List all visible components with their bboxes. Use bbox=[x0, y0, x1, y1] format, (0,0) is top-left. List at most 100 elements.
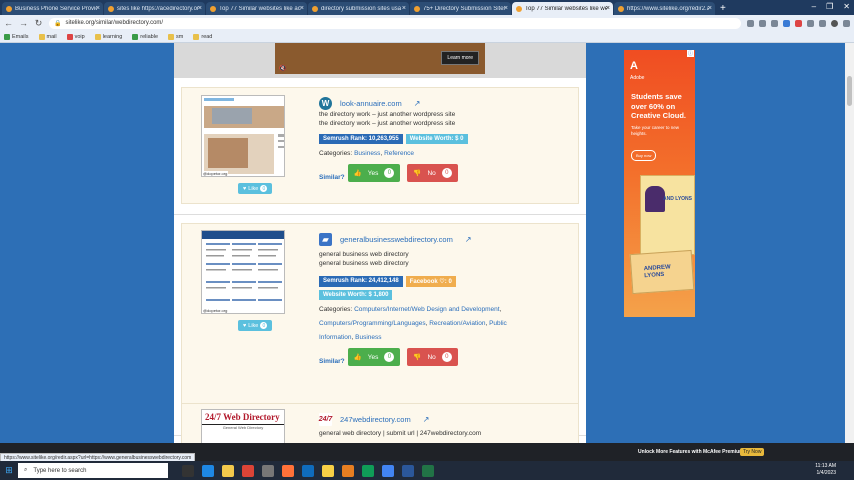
mute-icon[interactable]: 🔇 bbox=[279, 65, 286, 72]
site-description: the directory work – just another wordpr… bbox=[319, 120, 456, 127]
back-icon[interactable]: ← bbox=[4, 18, 13, 28]
app-icon[interactable] bbox=[262, 464, 274, 477]
vote-yes-button[interactable]: 👍 Yes 0 bbox=[347, 164, 401, 182]
close-window-icon[interactable]: ✕ bbox=[843, 2, 850, 11]
like-button[interactable]: ♥ Like 0 bbox=[238, 183, 273, 194]
external-link-icon[interactable]: ↗ bbox=[423, 415, 430, 424]
bookmark-reliable[interactable]: reliable bbox=[132, 33, 158, 40]
favicon-icon bbox=[516, 5, 522, 12]
browser-tab-active[interactable]: Top 77 Similar websites like we × bbox=[512, 2, 613, 15]
close-icon[interactable]: × bbox=[96, 5, 100, 12]
learn-more-button[interactable]: Learn more bbox=[441, 51, 479, 65]
bookmark-emails[interactable]: Emails bbox=[4, 33, 29, 40]
category-link[interactable]: Recreation/Aviation bbox=[429, 320, 485, 327]
close-icon[interactable]: × bbox=[606, 5, 610, 12]
sidebar-icon[interactable] bbox=[819, 19, 826, 27]
word-icon[interactable] bbox=[402, 464, 414, 477]
site-thumbnail[interactable]: @dopetor.org bbox=[201, 95, 285, 177]
browser-tab[interactable]: Business Phone Service Provider × bbox=[2, 2, 103, 15]
sticky-notes-icon[interactable] bbox=[322, 464, 334, 477]
file-explorer-icon[interactable] bbox=[222, 464, 234, 477]
site-link[interactable]: look-annuaire.com bbox=[340, 99, 402, 108]
bookmark-sm[interactable]: sm bbox=[168, 33, 183, 40]
site-description: general business web directory bbox=[319, 251, 409, 258]
site-link[interactable]: 247webdirectory.com bbox=[340, 415, 411, 424]
categories: Categories: Computers/Internet/Web Desig… bbox=[319, 306, 507, 341]
new-tab-button[interactable]: + bbox=[720, 3, 726, 14]
ad-buy-now-button[interactable]: Buy now bbox=[631, 150, 657, 161]
vote-yes-button[interactable]: 👍 Yes 0 bbox=[347, 348, 401, 366]
site-thumbnail[interactable]: @dopetor.org bbox=[201, 230, 285, 314]
external-link-icon[interactable]: ↗ bbox=[465, 235, 472, 244]
address-bar[interactable]: 🔒 sitelike.org/similar/webdirectory.com/ bbox=[49, 17, 741, 29]
windows-start-icon[interactable]: ⊞ bbox=[0, 461, 18, 480]
ad-brand: Adobe bbox=[630, 75, 645, 81]
bookmark-mail[interactable]: mail bbox=[38, 33, 57, 40]
chrome-active-icon[interactable] bbox=[382, 464, 394, 477]
like-button[interactable]: ♥ Like 0 bbox=[238, 320, 273, 331]
tab-label: directory submission sites usa 2 bbox=[321, 5, 403, 12]
site-thumbnail[interactable]: 24/7 Web Directory General Web Directory bbox=[201, 409, 285, 443]
category-link[interactable]: Business bbox=[354, 150, 380, 157]
browser-tab[interactable]: 75+ Directory Submission Sites × bbox=[410, 2, 511, 15]
vote-no-button[interactable]: 👎 No 0 bbox=[407, 348, 458, 366]
forward-icon[interactable]: → bbox=[19, 18, 28, 28]
similar-vote: Similar? 👍 Yes 0 👎 No 0 bbox=[319, 348, 539, 366]
maximize-icon[interactable]: ❐ bbox=[826, 2, 833, 11]
profile-avatar-icon[interactable] bbox=[831, 19, 838, 27]
close-icon[interactable]: × bbox=[504, 5, 508, 12]
close-icon[interactable]: × bbox=[198, 5, 202, 12]
excel-icon[interactable] bbox=[422, 464, 434, 477]
app-icon[interactable] bbox=[342, 464, 354, 477]
edge-icon[interactable] bbox=[202, 464, 214, 477]
site-link[interactable]: generalbusinesswebdirectory.com bbox=[340, 235, 453, 244]
bookmark-icon bbox=[132, 33, 139, 40]
bookmark-learning[interactable]: learning bbox=[94, 33, 122, 40]
adobe-logo-icon: A bbox=[630, 60, 638, 72]
website-worth-badge: Website Worth: $ 0 bbox=[405, 134, 468, 144]
close-icon[interactable]: × bbox=[708, 5, 712, 12]
ad-choices-icon[interactable]: ⓘ bbox=[686, 50, 694, 57]
browser-tab[interactable]: directory submission sites usa 2 × bbox=[308, 2, 409, 15]
adobe-ad[interactable]: ⓘ A Adobe Students save over 60% on Crea… bbox=[624, 50, 695, 317]
firefox-icon[interactable] bbox=[282, 464, 294, 477]
extension-icon[interactable] bbox=[783, 19, 790, 27]
scrollbar-thumb[interactable] bbox=[847, 76, 852, 106]
close-icon[interactable]: × bbox=[300, 5, 304, 12]
page-scrollbar[interactable] bbox=[845, 43, 854, 443]
listing-info: 24/7 247webdirectory.com ↗ general web d… bbox=[319, 412, 481, 438]
heart-icon: ♥ bbox=[243, 322, 247, 329]
category-link[interactable]: Computers/Internet/Web Design and Develo… bbox=[354, 306, 500, 313]
video-ad[interactable]: 🔇 Learn more bbox=[275, 43, 485, 74]
taskbar-search[interactable]: ⌕ Type here to search bbox=[18, 463, 168, 478]
try-now-button[interactable]: Try Now bbox=[740, 448, 765, 456]
puzzle-icon[interactable] bbox=[807, 19, 814, 27]
browser-tab[interactable]: sites like https://acedirectory.or × bbox=[104, 2, 205, 15]
bookmark-voip[interactable]: voip bbox=[66, 33, 85, 40]
website-worth-badge: Website Worth: $ 1,800 bbox=[319, 290, 393, 300]
share-icon[interactable] bbox=[759, 19, 766, 27]
bookmark-read[interactable]: read bbox=[193, 33, 212, 40]
category-link[interactable]: Computers/Programming/Languages bbox=[319, 320, 426, 327]
outlook-icon[interactable] bbox=[302, 464, 314, 477]
close-icon[interactable]: × bbox=[402, 5, 406, 12]
reload-icon[interactable]: ↻ bbox=[34, 18, 43, 29]
folder-icon bbox=[193, 33, 200, 40]
category-link[interactable]: Reference bbox=[384, 150, 414, 157]
task-view-icon[interactable] bbox=[182, 464, 194, 477]
vote-no-button[interactable]: 👎 No 0 bbox=[407, 164, 458, 182]
browser-tab[interactable]: https://www.sitelike.org/redir2.a × bbox=[614, 2, 715, 15]
chrome-icon[interactable] bbox=[362, 464, 374, 477]
chrome-icon[interactable] bbox=[242, 464, 254, 477]
browser-tab[interactable]: Top 77 Similar websites like acer × bbox=[206, 2, 307, 15]
system-tray-clock[interactable]: 11:13 AM 1/4/2023 bbox=[815, 463, 836, 477]
google-lens-icon[interactable] bbox=[747, 19, 754, 27]
windows-taskbar: ⊞ ⌕ Type here to search 11:13 AM 1/4/202… bbox=[0, 461, 854, 480]
similar-label: Similar? bbox=[319, 357, 345, 365]
menu-icon[interactable] bbox=[843, 19, 850, 27]
minimize-icon[interactable]: – bbox=[812, 2, 816, 11]
category-link[interactable]: Business bbox=[355, 334, 381, 341]
star-icon[interactable] bbox=[771, 19, 778, 27]
external-link-icon[interactable]: ↗ bbox=[414, 99, 421, 108]
extension-icon[interactable] bbox=[795, 19, 802, 27]
